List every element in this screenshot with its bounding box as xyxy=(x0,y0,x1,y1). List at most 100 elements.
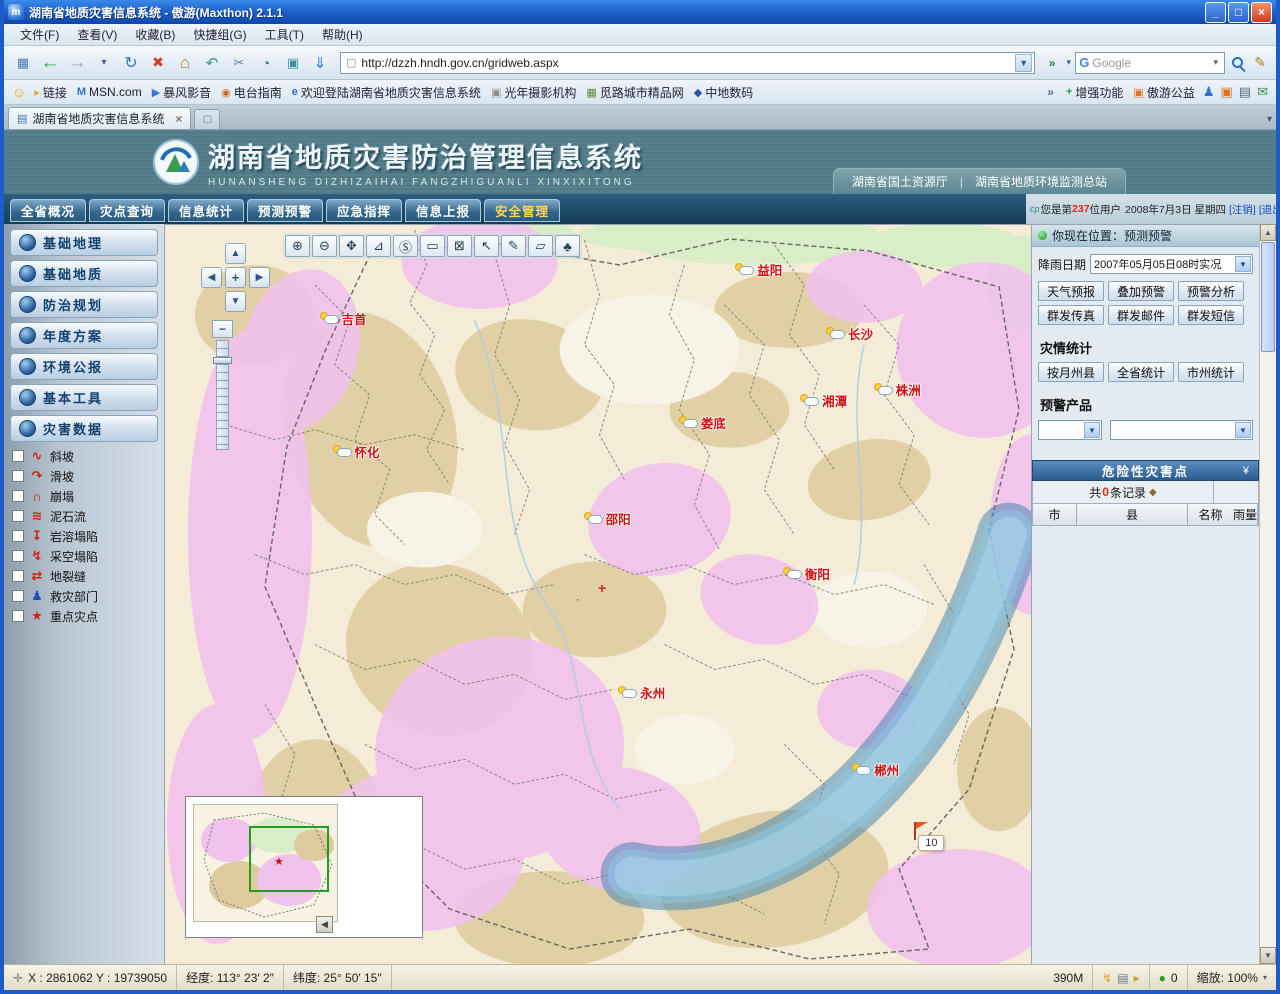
scroll-down-icon[interactable]: ▼ xyxy=(1260,947,1276,964)
edit-icon[interactable]: ✎ xyxy=(1254,54,1266,71)
chevron-down-icon[interactable]: ▼ xyxy=(1235,422,1251,438)
link-land-resources[interactable]: 湖南省国土资源厅 xyxy=(852,173,948,190)
status-zoom[interactable]: 缩放: 100% ▾ xyxy=(1188,965,1276,990)
search-box[interactable]: G Google ▾ xyxy=(1075,52,1225,74)
active-tab[interactable]: ▤ 湖南省地质灾害信息系统 × xyxy=(8,107,191,129)
layer-checkbox[interactable] xyxy=(12,610,24,622)
toolbar-button-icon[interactable]: ↶ xyxy=(199,50,225,76)
sidebar-button[interactable]: 基础地理 xyxy=(10,229,158,256)
city-marker[interactable]: 湘潭 xyxy=(800,391,847,410)
logout-link[interactable]: [注销] xyxy=(1229,202,1256,217)
panel-action-button[interactable]: 群发短信 xyxy=(1178,305,1244,325)
overview-map[interactable]: ★ xyxy=(193,804,338,922)
layer-checkbox[interactable] xyxy=(12,470,24,482)
nav-tab[interactable]: 预测预警 xyxy=(247,199,323,222)
layer-item[interactable]: ≋ 泥石流 xyxy=(10,506,158,526)
links-right-item[interactable]: + 增强功能 xyxy=(1062,83,1127,102)
layer-item[interactable]: ♟ 救灾部门 xyxy=(10,586,158,606)
stats-button[interactable]: 全省统计 xyxy=(1108,362,1174,382)
city-marker[interactable]: 吉首 xyxy=(320,309,367,328)
favorite-link[interactable]: ▶ 暴风影音 xyxy=(148,83,215,102)
city-marker[interactable]: 株洲 xyxy=(874,380,921,399)
chevron-down-icon[interactable]: ▼ xyxy=(1235,256,1251,272)
search-input[interactable]: Google xyxy=(1092,56,1207,70)
links-toolbar-icon[interactable]: ▤ xyxy=(1239,84,1251,100)
favorite-link[interactable]: ▸ 链接 xyxy=(30,83,71,102)
sidebar-button[interactable]: 防治规划 xyxy=(10,291,158,318)
address-dropdown-icon[interactable]: ▼ xyxy=(1015,54,1032,72)
layer-checkbox[interactable] xyxy=(12,590,24,602)
toolbar-button-icon[interactable]: ← xyxy=(37,50,63,76)
panel-action-button[interactable]: 叠加预警 xyxy=(1108,281,1174,301)
menu-item[interactable]: 文件(F) xyxy=(12,24,67,45)
menu-item[interactable]: 工具(T) xyxy=(257,24,312,45)
more-links-chevron[interactable]: » xyxy=(1043,85,1058,99)
close-button[interactable]: × xyxy=(1251,2,1272,23)
go-dropdown-icon[interactable]: ▾ xyxy=(1063,57,1074,68)
toolbar-button-icon[interactable]: → xyxy=(64,50,90,76)
layer-item[interactable]: ↧ 岩溶塌陷 xyxy=(10,526,158,546)
links-toolbar-icon[interactable]: ♟ xyxy=(1203,84,1215,100)
new-tab-stub[interactable]: ▢ xyxy=(194,109,220,129)
zoom-dropdown-icon[interactable]: ▾ xyxy=(1263,973,1267,982)
toolbar-button-icon[interactable]: ▦ xyxy=(10,50,36,76)
city-marker[interactable]: 益阳 xyxy=(735,260,782,279)
nav-tab[interactable]: 应急指挥 xyxy=(326,199,402,222)
layer-checkbox[interactable] xyxy=(12,530,24,542)
product-select-small[interactable]: ▼ xyxy=(1038,420,1102,440)
go-button[interactable]: » xyxy=(1042,52,1062,74)
address-bar[interactable]: ▢ ▼ xyxy=(340,52,1035,74)
toolbar-button-icon[interactable]: ▾ xyxy=(91,50,117,76)
favorite-link[interactable]: ◆ 中地数码 xyxy=(690,83,757,102)
layer-item[interactable]: ∩ 崩塌 xyxy=(10,486,158,506)
nav-tab[interactable]: 信息上报 xyxy=(405,199,481,222)
nav-tab[interactable]: 信息统计 xyxy=(168,199,244,222)
menu-item[interactable]: 收藏(B) xyxy=(127,24,183,45)
nav-tab[interactable]: 全省概况 xyxy=(10,199,86,222)
rain-date-select[interactable]: 2007年05月05日08时实况 ▼ xyxy=(1090,254,1253,274)
panel-action-button[interactable]: 群发邮件 xyxy=(1108,305,1174,325)
toolbar-button-icon[interactable]: ⇓ xyxy=(307,50,333,76)
layer-checkbox[interactable] xyxy=(12,550,24,562)
boost-icon[interactable]: ↯ xyxy=(1102,971,1112,985)
layer-item[interactable]: ↯ 采空塌陷 xyxy=(10,546,158,566)
favorite-link[interactable]: e 欢迎登陆湖南省地质灾害信息系统 xyxy=(288,83,485,102)
minimize-button[interactable]: _ xyxy=(1205,2,1226,23)
sidebar-button[interactable]: 灾害数据 xyxy=(10,415,158,442)
toolbar-button-icon[interactable]: ✂ xyxy=(226,50,252,76)
city-marker[interactable]: 怀化 xyxy=(333,442,380,461)
maximize-button[interactable]: □ xyxy=(1228,2,1249,23)
smiley-icon[interactable]: ☺ xyxy=(12,84,26,100)
city-marker[interactable]: 邵阳 xyxy=(584,509,631,528)
tab-bar-right-controls[interactable]: ▾ xyxy=(1267,114,1272,129)
layer-item[interactable]: ★ 重点灾点 xyxy=(10,606,158,626)
links-toolbar-icon[interactable]: ✉ xyxy=(1257,84,1268,100)
printer-icon[interactable]: ▤ xyxy=(1117,971,1128,985)
toolbar-button-icon[interactable]: ◔ xyxy=(253,50,279,76)
search-icon[interactable] xyxy=(1232,57,1243,68)
layer-item[interactable]: ⇄ 地裂缝 xyxy=(10,566,158,586)
layer-checkbox[interactable] xyxy=(12,490,24,502)
panel-collapse-icon[interactable]: ¥ xyxy=(1243,465,1251,477)
nav-tab[interactable]: 安全管理 xyxy=(484,199,560,222)
city-marker[interactable]: 永州 xyxy=(618,683,665,702)
stats-button[interactable]: 按月州县 xyxy=(1038,362,1104,382)
toolbar-button-icon[interactable]: ✖ xyxy=(145,50,171,76)
scrollbar-thumb[interactable] xyxy=(1261,242,1275,352)
folder-icon[interactable]: ▸ xyxy=(1134,971,1140,985)
city-marker[interactable]: 长沙 xyxy=(826,324,873,343)
favorite-link[interactable]: M MSN.com xyxy=(73,83,146,102)
links-toolbar-icon[interactable]: ▣ xyxy=(1221,84,1233,100)
scrollbar-track[interactable] xyxy=(1260,353,1276,947)
city-marker[interactable]: 娄底 xyxy=(679,413,726,432)
chevron-down-icon[interactable]: ▼ xyxy=(1084,422,1100,438)
exit-link[interactable]: [退出] xyxy=(1259,202,1276,217)
map-area[interactable]: ⊕⊖✥⊿Ⓢ▭⊠↖✎▱♣ ▲ ◀ + ▶ ▼ − xyxy=(164,224,1031,964)
danger-points-header[interactable]: 危险性灾害点 ¥ xyxy=(1032,460,1259,481)
tab-close-icon[interactable]: × xyxy=(175,112,182,126)
scroll-up-icon[interactable]: ▲ xyxy=(1260,224,1276,241)
warning-flag-marker[interactable]: 10 xyxy=(918,835,944,851)
link-geo-monitor[interactable]: 湖南省地质环境监测总站 xyxy=(975,173,1107,190)
toolbar-button-icon[interactable]: ↻ xyxy=(118,50,144,76)
layer-item[interactable]: ↷ 滑坡 xyxy=(10,466,158,486)
